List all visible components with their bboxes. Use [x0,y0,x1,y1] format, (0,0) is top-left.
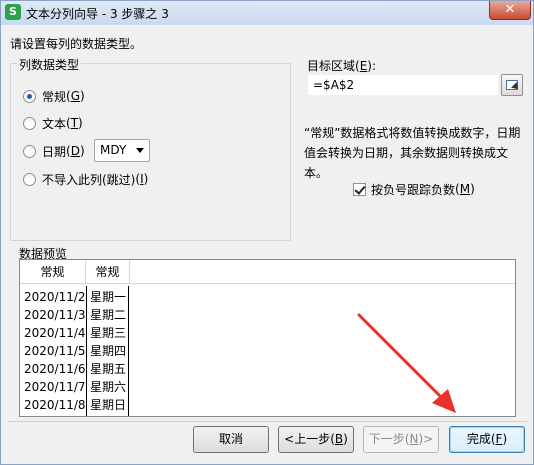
text-to-columns-dialog: S 文本分列向导 - 3 步骤之 3 ✕ 请设置每列的数据类型。 列数据类型 常… [0,0,534,465]
annotation-arrow-icon [357,313,456,413]
